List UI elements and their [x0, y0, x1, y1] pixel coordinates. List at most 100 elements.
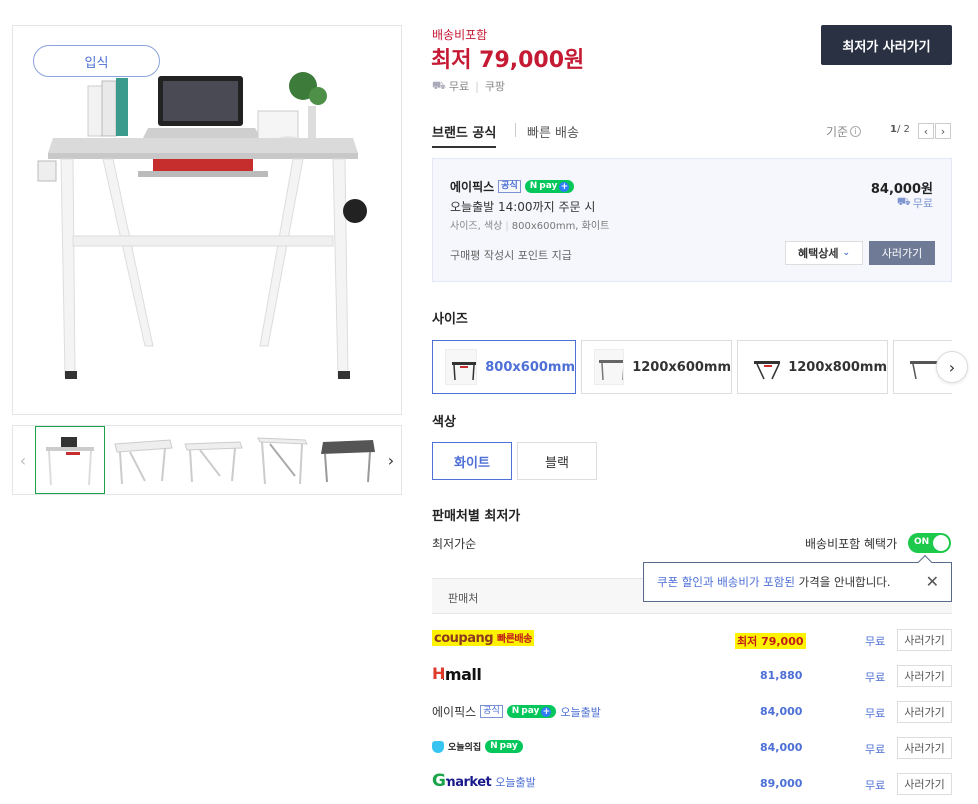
shipping-info: ⛟ 무료 | 쿠팡 — [432, 78, 506, 94]
chevron-left-icon: ‹ — [19, 450, 27, 470]
seller-header-label: 판매처 — [448, 592, 479, 605]
coupang-logo: coupang 빠른배송 — [432, 630, 534, 646]
gmarket-g-mark: G — [432, 771, 446, 791]
tab-brand-official[interactable]: 브랜드 공식 — [432, 122, 497, 148]
tooltip-highlight: 쿠폰 할인과 배송비가 포함된 — [657, 575, 795, 589]
card-review-point: 구매평 작성시 포인트 지급 — [450, 249, 572, 262]
truck-icon: ⛟ — [432, 78, 446, 92]
row-buy-button[interactable]: 사러가기 — [897, 773, 952, 795]
size-thumb-icon — [445, 349, 478, 385]
table-row[interactable]: Hmall H 81,880 무료 사러가기 — [432, 662, 952, 690]
page-current: 1 — [890, 124, 897, 135]
plus-icon: + — [559, 181, 570, 192]
buy-lowest-button[interactable]: 최저가 사러가기 — [821, 25, 952, 65]
thumbnail-strip: ‹ › — [12, 425, 402, 495]
table-row[interactable]: Gmarket 오늘출발 G 89,000 무료 사러가기 — [432, 770, 952, 798]
size-option-800x600[interactable]: 800x600mm — [432, 340, 576, 394]
thumbnail-4[interactable] — [250, 426, 315, 494]
official-tag: 공식 — [498, 180, 521, 193]
table-row[interactable]: coupang 빠른배송 최저 79,000 무료 사러가기 — [432, 626, 952, 654]
pagination: 1/ 2 — [890, 124, 910, 135]
thumbnail-prev-button[interactable]: ‹ — [13, 426, 33, 494]
main-image-frame: 입식 — [12, 25, 402, 415]
size-thumb-icon — [750, 349, 781, 385]
card-buy-button[interactable]: 사러가기 — [869, 241, 935, 265]
row-price: 89,000 — [760, 777, 803, 790]
row-shipping: 무료 — [865, 671, 886, 684]
benefit-detail-button[interactable]: 혜택상세 ⌄ — [785, 241, 863, 265]
tooltip-rest: 가격을 안내합니다. — [798, 575, 891, 589]
tab-fast-delivery[interactable]: 빠른 배송 — [527, 122, 579, 141]
chevron-down-icon: ⌄ — [842, 248, 851, 258]
row-buy-button[interactable]: 사러가기 — [897, 701, 952, 723]
npay-badge: Npay — [485, 740, 523, 753]
row-shipping: 무료 — [865, 707, 886, 720]
shipping-toggle-label: 배송비포함 혜택가 — [805, 537, 898, 551]
page-next-button[interactable]: › — [935, 123, 951, 139]
sort-label[interactable]: 최저가순 — [432, 535, 476, 552]
buy-lowest-label: 최저가 사러가기 — [842, 39, 931, 55]
row-shipping: 무료 — [865, 635, 886, 648]
shipping-toggle[interactable]: ON — [908, 533, 951, 553]
table-row[interactable]: 에이픽스 공식 Npay + 오늘출발 84,000 무료 사러가기 — [432, 698, 952, 726]
card-seller-line: 에이픽스 공식 Npay + — [450, 178, 575, 195]
table-row[interactable]: 오늘의집 Npay 84,000 무료 사러가기 — [432, 734, 952, 762]
npay-n-icon: N — [529, 181, 538, 191]
seller-section-title: 판매처별 최저가 — [432, 509, 521, 524]
tooltip-arrow — [917, 554, 933, 570]
criteria-label: 기준 — [826, 125, 849, 139]
lowest-price: 최저 79,000원 — [431, 48, 585, 73]
official-seller-card: 에이픽스 공식 Npay + 오늘출발 14:00까지 주문 시 사이즈, 색상 |… — [432, 158, 952, 282]
size-thumb-icon — [594, 349, 625, 385]
product-image — [37, 72, 367, 379]
thumbnail-2[interactable] — [110, 426, 175, 494]
shipping-tooltip: 쿠폰 할인과 배송비가 포함된 가격을 안내합니다. ✕ — [643, 554, 952, 602]
page-total: / 2 — [896, 124, 910, 135]
row-buy-button[interactable]: 사러가기 — [897, 629, 952, 651]
plus-icon: + — [541, 706, 552, 717]
thumbnail-next-button[interactable]: › — [381, 426, 401, 494]
chevron-right-icon: › — [948, 357, 956, 377]
size-option-label: 1200x600mm — [632, 359, 731, 375]
row-mall-info: 에이픽스 공식 Npay + 오늘출발 — [432, 705, 601, 719]
chevron-right-icon: › — [940, 124, 946, 138]
thumbnail-1[interactable] — [35, 426, 105, 494]
size-section-title: 사이즈 — [432, 312, 468, 327]
house-icon — [432, 740, 444, 753]
thumbnail-5[interactable] — [315, 426, 380, 494]
info-icon: i — [850, 126, 862, 137]
size-option-1200x800[interactable]: 1200x800mm — [737, 340, 888, 394]
color-option-white[interactable]: 화이트 — [432, 442, 512, 480]
row-buy-button[interactable]: 사러가기 — [897, 665, 952, 687]
chevron-right-icon: › — [387, 450, 395, 470]
row-mall-info: 오늘의집 Npay — [432, 740, 523, 753]
row-price: 최저 79,000 — [735, 633, 806, 649]
truck-icon: ⛟ — [896, 195, 911, 208]
row-shipping: 무료 — [865, 743, 886, 756]
card-delivery: 오늘출발 14:00까지 주문 시 — [450, 200, 596, 214]
page-prev-button[interactable]: ‹ — [918, 123, 934, 139]
mall-name: 쿠팡 — [484, 80, 506, 93]
criteria[interactable]: 기준 i — [826, 123, 862, 140]
color-section-title: 색상 — [432, 415, 456, 430]
size-option-1200x600[interactable]: 1200x600mm — [581, 340, 732, 394]
close-icon[interactable]: ✕ — [926, 572, 939, 591]
npay-badge: Npay + — [506, 705, 557, 718]
row-mall-info: Gmarket 오늘출발 — [432, 775, 536, 790]
row-buy-button[interactable]: 사러가기 — [897, 737, 952, 759]
row-price: 84,000 — [760, 741, 803, 754]
card-shipping: ⛟ 무료 — [896, 195, 933, 210]
npay-n-icon: N — [511, 706, 520, 716]
size-option-label: 800x600mm — [485, 359, 575, 375]
shipping-free: 무료 — [448, 80, 470, 93]
row-price: 84,000 — [760, 705, 803, 718]
card-options: 사이즈, 색상 | 800x600mm, 화이트 — [450, 221, 610, 232]
color-option-black[interactable]: 블랙 — [517, 442, 597, 480]
row-price: 81,880 — [760, 669, 803, 682]
size-next-button[interactable]: › — [936, 351, 968, 383]
thumbnail-3[interactable] — [180, 426, 245, 494]
hmall-h-mark: H — [432, 664, 446, 683]
toggle-state: ON — [914, 537, 930, 547]
toggle-knob — [933, 535, 949, 551]
shipping-included-label: 배송비포함 — [432, 28, 488, 42]
